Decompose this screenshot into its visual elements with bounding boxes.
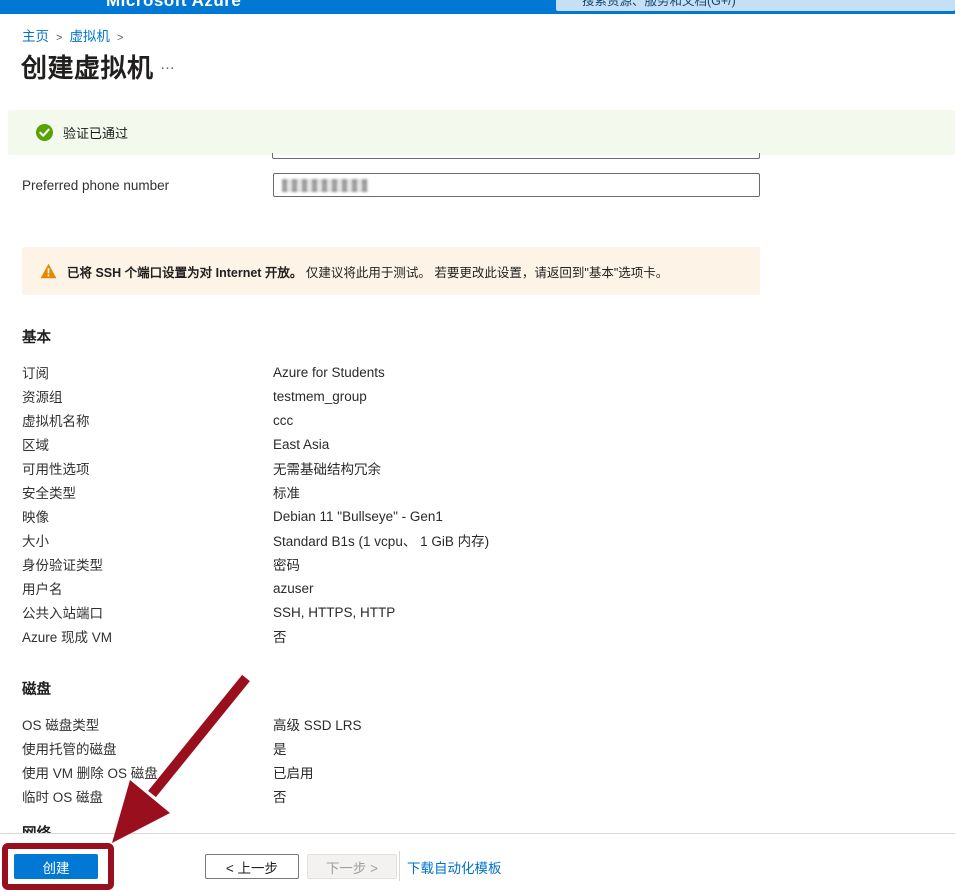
row-value: Standard B1s (1 vcpu、 1 GiB 内存) — [273, 530, 489, 550]
ssh-warning-banner: 已将 SSH 个端口设置为对 Internet 开放。 仅建议将此用于测试。 若… — [22, 247, 760, 295]
summary-row: 区域East Asia — [22, 432, 932, 456]
success-check-icon — [36, 124, 53, 141]
summary-row: 大小Standard B1s (1 vcpu、 1 GiB 内存) — [22, 528, 932, 552]
summary-row: Azure 现成 VM否 — [22, 624, 932, 648]
page-title: 创建虚拟机 — [21, 48, 154, 85]
validation-passed-banner: 验证已通过 — [8, 110, 955, 155]
row-value: Azure for Students — [273, 365, 385, 380]
section-heading: 磁盘 — [22, 678, 932, 699]
summary-row: 用户名azuser — [22, 576, 932, 600]
row-label: 映像 — [22, 506, 273, 526]
download-template-link[interactable]: 下载自动化模板 — [407, 857, 502, 877]
summary-row: 映像Debian 11 "Bullseye" - Gen1 — [22, 504, 932, 528]
row-label: 临时 OS 磁盘 — [22, 786, 273, 806]
validation-banner-text: 验证已通过 — [63, 123, 128, 142]
section-rows: OS 磁盘类型高级 SSD LRS使用托管的磁盘是使用 VM 删除 OS 磁盘已… — [22, 712, 932, 808]
row-label: OS 磁盘类型 — [22, 714, 273, 734]
row-value: 否 — [273, 786, 287, 806]
chevron-right-icon: > — [117, 32, 123, 44]
row-value: 标准 — [273, 482, 300, 502]
summary-row: 订阅Azure for Students — [22, 360, 932, 384]
warning-bold-text: 已将 SSH 个端口设置为对 Internet 开放。 — [67, 266, 302, 280]
chevron-right-icon: > — [56, 32, 62, 44]
warning-rest-text: 仅建议将此用于测试。 若要更改此设置，请返回到"基本"选项卡。 — [306, 266, 668, 280]
previous-step-button[interactable]: < 上一步 — [205, 854, 299, 879]
phone-number-label: Preferred phone number — [22, 178, 169, 193]
more-menu-button[interactable]: … — [160, 56, 176, 73]
row-value: East Asia — [273, 437, 329, 452]
wizard-footer: 创建 < 上一步 下一步 > 下载自动化模板 — [0, 833, 955, 892]
row-label: 大小 — [22, 530, 273, 550]
row-value: 是 — [273, 738, 287, 758]
summary-row: 身份验证类型密码 — [22, 552, 932, 576]
top-bar: Microsoft Azure ⌕ 搜索资源、服务和文档(G+/) — [0, 0, 955, 14]
row-label: 使用 VM 删除 OS 磁盘 — [22, 762, 273, 782]
row-value: 无需基础结构冗余 — [273, 458, 381, 478]
breadcrumb-home-link[interactable]: 主页 — [22, 29, 49, 44]
summary-row: 使用托管的磁盘是 — [22, 736, 932, 760]
redacted-phone-value — [282, 179, 368, 192]
summary-row: 使用 VM 删除 OS 磁盘已启用 — [22, 760, 932, 784]
row-label: 安全类型 — [22, 482, 273, 502]
summary-row: 安全类型标准 — [22, 480, 932, 504]
row-value: Debian 11 "Bullseye" - Gen1 — [273, 509, 443, 524]
row-value: 密码 — [273, 554, 300, 574]
search-placeholder: 搜索资源、服务和文档(G+/) — [582, 0, 736, 9]
row-label: 身份验证类型 — [22, 554, 273, 574]
row-label: 虚拟机名称 — [22, 410, 273, 430]
row-label: 区域 — [22, 434, 273, 454]
footer-divider — [399, 851, 400, 881]
summary-row: 临时 OS 磁盘否 — [22, 784, 932, 808]
row-label: 公共入站端口 — [22, 602, 273, 622]
section-heading: 基本 — [22, 326, 932, 347]
section-disks: 磁盘 OS 磁盘类型高级 SSD LRS使用托管的磁盘是使用 VM 删除 OS … — [22, 678, 932, 808]
row-label: 可用性选项 — [22, 458, 273, 478]
row-value: 高级 SSD LRS — [273, 714, 362, 734]
summary-row: 可用性选项无需基础结构冗余 — [22, 456, 932, 480]
row-label: 资源组 — [22, 386, 273, 406]
summary-row: OS 磁盘类型高级 SSD LRS — [22, 712, 932, 736]
row-value: SSH, HTTPS, HTTP — [273, 605, 395, 620]
row-label: 用户名 — [22, 578, 273, 598]
global-search-input[interactable]: ⌕ 搜索资源、服务和文档(G+/) — [556, 0, 955, 11]
next-step-button-disabled[interactable]: 下一步 > — [307, 854, 397, 879]
row-value: ccc — [273, 413, 293, 428]
section-rows: 订阅Azure for Students资源组testmem_group虚拟机名… — [22, 360, 932, 648]
row-label: 使用托管的磁盘 — [22, 738, 273, 758]
summary-row: 公共入站端口SSH, HTTPS, HTTP — [22, 600, 932, 624]
create-button[interactable]: 创建 — [14, 854, 98, 879]
truncated-input-field[interactable] — [272, 153, 760, 159]
row-value: azuser — [273, 581, 314, 596]
row-label: Azure 现成 VM — [22, 626, 273, 646]
warning-banner-text: 已将 SSH 个端口设置为对 Internet 开放。 仅建议将此用于测试。 若… — [67, 262, 668, 281]
breadcrumb: 主页 > 虚拟机 > — [22, 25, 130, 45]
search-icon: ⌕ — [564, 0, 570, 4]
row-value: testmem_group — [273, 389, 367, 404]
section-basics: 基本 订阅Azure for Students资源组testmem_group虚… — [22, 326, 932, 648]
warning-triangle-icon — [40, 263, 57, 279]
row-value: 否 — [273, 626, 287, 646]
summary-row: 虚拟机名称ccc — [22, 408, 932, 432]
azure-logo[interactable]: Microsoft Azure — [106, 0, 241, 11]
phone-number-input[interactable] — [273, 173, 760, 197]
row-value: 已启用 — [273, 762, 314, 782]
breadcrumb-virtual-machines-link[interactable]: 虚拟机 — [69, 29, 110, 44]
row-label: 订阅 — [22, 362, 273, 382]
summary-row: 资源组testmem_group — [22, 384, 932, 408]
